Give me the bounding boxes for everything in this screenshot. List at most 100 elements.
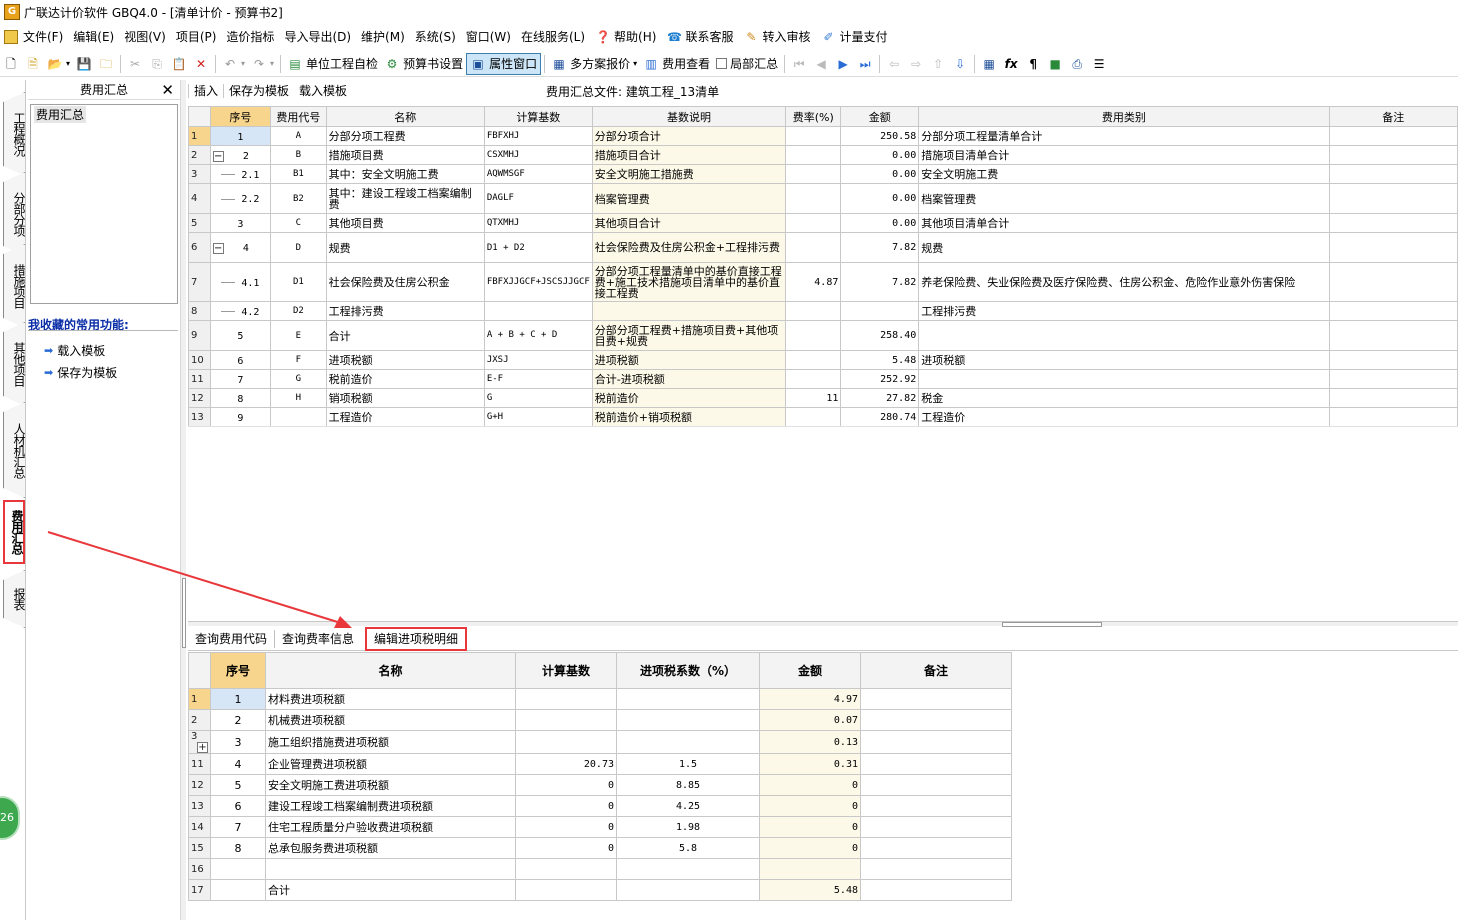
cell-seq[interactable] bbox=[210, 879, 266, 901]
table-row[interactable]: 11 4 企业管理费进项税额 20.73 1.5 0.31 bbox=[188, 753, 1012, 775]
cell-note[interactable] bbox=[1328, 183, 1458, 214]
col-name[interactable]: 名称 bbox=[265, 652, 516, 689]
save-button[interactable]: 💾 bbox=[73, 53, 95, 75]
table-row[interactable]: 14 7 住宅工程质量分户验收费进项税额 0 1.98 0 bbox=[188, 816, 1012, 838]
menu-help[interactable]: ❓ 帮助(H) bbox=[590, 26, 661, 48]
cell-fee-code[interactable]: C bbox=[270, 213, 327, 233]
expand-icon[interactable]: + bbox=[197, 742, 208, 753]
cell-amount[interactable]: 0.07 bbox=[759, 709, 861, 731]
col-fee-category[interactable]: 费用类别 bbox=[918, 106, 1330, 127]
cell-seq[interactable]: 1 bbox=[209, 126, 272, 146]
collapse-icon[interactable]: − bbox=[212, 150, 224, 162]
col-note[interactable]: 备注 bbox=[860, 652, 1012, 689]
cell-name[interactable]: 税前造价 bbox=[325, 369, 485, 389]
cell-base-desc[interactable] bbox=[591, 301, 787, 321]
cell-amount[interactable]: 4.97 bbox=[759, 688, 861, 710]
cell-fee-code[interactable]: H bbox=[270, 388, 327, 408]
cell-amount[interactable]: 0 bbox=[759, 795, 861, 817]
cell-note[interactable] bbox=[860, 795, 1012, 817]
new-template-button[interactable]: 🗎 bbox=[22, 53, 44, 75]
list-button[interactable]: ☰ bbox=[1088, 53, 1110, 75]
cell-fee-category[interactable]: 养老保险费、失业保险费及医疗保险费、住房公积金、危险作业意外伤害保险 bbox=[918, 262, 1330, 302]
calculator-button[interactable]: ▦ bbox=[978, 53, 1000, 75]
table-row[interactable]: 12 8 H 销项税额 G 税前造价 11 27.82 税金 bbox=[188, 388, 1458, 408]
tab-sub-items[interactable]: 分部分项 bbox=[3, 172, 25, 256]
tab-query-fee-code[interactable]: 查询费用代码 bbox=[188, 630, 274, 648]
table-row[interactable]: 12 5 安全文明施工费进项税额 0 8.85 0 bbox=[188, 774, 1012, 796]
cell-amount[interactable]: 7.82 bbox=[840, 232, 920, 263]
cell-note[interactable] bbox=[860, 774, 1012, 796]
cell-name[interactable]: 销项税额 bbox=[325, 388, 485, 408]
cell-note[interactable] bbox=[860, 816, 1012, 838]
cell-seq[interactable]: 7 bbox=[209, 369, 272, 389]
table-row[interactable]: 4 2.2 B2 其中：建设工程竣工档案编制费 DAGLF 档案管理费 0.00 档案管理费 bbox=[188, 183, 1458, 214]
table-row[interactable]: 11 7 G 税前造价 E-F 合计-进项税额 252.92 bbox=[188, 369, 1458, 389]
table-row[interactable]: 8 4.2 D2 工程排污费 工程排污费 bbox=[188, 301, 1458, 321]
cell-name[interactable]: 措施项目费 bbox=[325, 145, 485, 165]
cell-fee-code[interactable]: D1 bbox=[270, 262, 327, 302]
menu-project[interactable]: 项目(P) bbox=[171, 26, 222, 48]
cell-seq[interactable]: 2.1 bbox=[209, 164, 272, 184]
cell-calc-base[interactable]: JXSJ bbox=[483, 350, 593, 370]
partial-summary-checkbox[interactable] bbox=[716, 58, 728, 69]
cell-fee-category[interactable]: 措施项目清单合计 bbox=[918, 145, 1330, 165]
cell-seq[interactable]: 2 bbox=[210, 709, 266, 731]
cell-base-desc[interactable]: 分部分项工程费+措施项目费+其他项目费+规费 bbox=[591, 320, 787, 351]
tab-fee-summary[interactable]: 费用汇总 bbox=[3, 500, 25, 564]
paste-button[interactable]: 📋 bbox=[168, 53, 190, 75]
cell-amount[interactable]: 0 bbox=[759, 774, 861, 796]
cell-base-desc[interactable]: 分部分项工程量清单中的基价直接工程费+施工技术措施项目清单中的基价直接工程费 bbox=[591, 262, 787, 302]
cell-base-desc[interactable]: 税前造价+销项税额 bbox=[591, 407, 787, 427]
cell-note[interactable] bbox=[860, 709, 1012, 731]
cell-rate[interactable] bbox=[785, 369, 842, 389]
cell-amount[interactable]: 0.00 bbox=[840, 213, 920, 233]
cell-fee-code[interactable]: F bbox=[270, 350, 327, 370]
cell-seq[interactable]: 4 bbox=[210, 753, 266, 775]
cell-calc-base[interactable]: 20.73 bbox=[515, 753, 617, 775]
cell-calc-base[interactable] bbox=[515, 879, 617, 901]
cell-base-desc[interactable]: 社会保险费及住房公积金+工程排污费 bbox=[591, 232, 787, 263]
cell-base-desc[interactable]: 安全文明施工措施费 bbox=[591, 164, 787, 184]
move-up-button[interactable]: ⇧ bbox=[927, 53, 949, 75]
cell-seq[interactable]: 4.2 bbox=[209, 301, 272, 321]
cell-calc-base[interactable] bbox=[515, 709, 617, 731]
cell-name[interactable]: 其中：安全文明施工费 bbox=[325, 164, 485, 184]
table-row[interactable]: 13 9 工程造价 G+H 税前造价+销项税额 280.74 工程造价 bbox=[188, 407, 1458, 427]
cell-name[interactable]: 其中：建设工程竣工档案编制费 bbox=[325, 183, 485, 214]
copy-button[interactable]: ⎘ bbox=[146, 53, 168, 75]
menu-measure-pay[interactable]: ✐ 计量支付 bbox=[815, 26, 892, 48]
formula-button[interactable]: fx bbox=[1000, 53, 1022, 75]
col-amount[interactable]: 金额 bbox=[840, 106, 920, 127]
menu-file[interactable]: 文件(F) bbox=[18, 26, 68, 48]
cell-calc-base[interactable]: E-F bbox=[483, 369, 593, 389]
cell-amount[interactable]: 0 bbox=[759, 837, 861, 859]
tab-measure-items[interactable]: 措施项目 bbox=[3, 244, 25, 328]
cell-name[interactable]: 建设工程竣工档案编制费进项税额 bbox=[265, 795, 516, 817]
cell-name[interactable]: 社会保险费及住房公积金 bbox=[325, 262, 485, 302]
cell-calc-base[interactable] bbox=[515, 688, 617, 710]
cell-calc-base[interactable]: 0 bbox=[515, 774, 617, 796]
cell-calc-base[interactable]: 0 bbox=[515, 816, 617, 838]
save-as-template-button[interactable]: 保存为模板 bbox=[223, 84, 294, 98]
cell-note[interactable] bbox=[1328, 369, 1458, 389]
cell-amount[interactable]: 5.48 bbox=[840, 350, 920, 370]
cell-input-tax-coef[interactable] bbox=[616, 879, 760, 901]
tab-edit-input-tax-detail[interactable]: 编辑进项税明细 bbox=[365, 626, 468, 651]
cell-seq[interactable]: 4.1 bbox=[209, 262, 272, 302]
col-fee-code[interactable]: 费用代号 bbox=[270, 106, 327, 127]
table-row[interactable]: 1 1 A 分部分项工程费 FBFXHJ 分部分项合计 250.58 分部分项工程量清单合计 bbox=[188, 126, 1458, 146]
table-row[interactable]: 2 2 机械费进项税额 0.07 bbox=[188, 709, 1012, 731]
cell-seq[interactable]: 3 bbox=[210, 730, 266, 754]
cell-seq[interactable] bbox=[210, 858, 266, 880]
cell-fee-category[interactable]: 进项税额 bbox=[918, 350, 1330, 370]
insert-button[interactable]: 插入 bbox=[188, 84, 223, 98]
cell-name[interactable]: 施工组织措施费进项税额 bbox=[265, 730, 516, 754]
col-base-desc[interactable]: 基数说明 bbox=[591, 106, 787, 127]
menu-system[interactable]: 系统(S) bbox=[410, 26, 461, 48]
cell-base-desc[interactable]: 分部分项合计 bbox=[591, 126, 787, 146]
cell-calc-base[interactable]: CSXMHJ bbox=[483, 145, 593, 165]
table-row[interactable]: 15 8 总承包服务费进项税额 0 5.8 0 bbox=[188, 837, 1012, 859]
cell-amount[interactable]: 0.00 bbox=[840, 164, 920, 184]
self-check-button[interactable]: ▤ 单位工程自检 bbox=[284, 53, 381, 75]
cell-base-desc[interactable]: 档案管理费 bbox=[591, 183, 787, 214]
